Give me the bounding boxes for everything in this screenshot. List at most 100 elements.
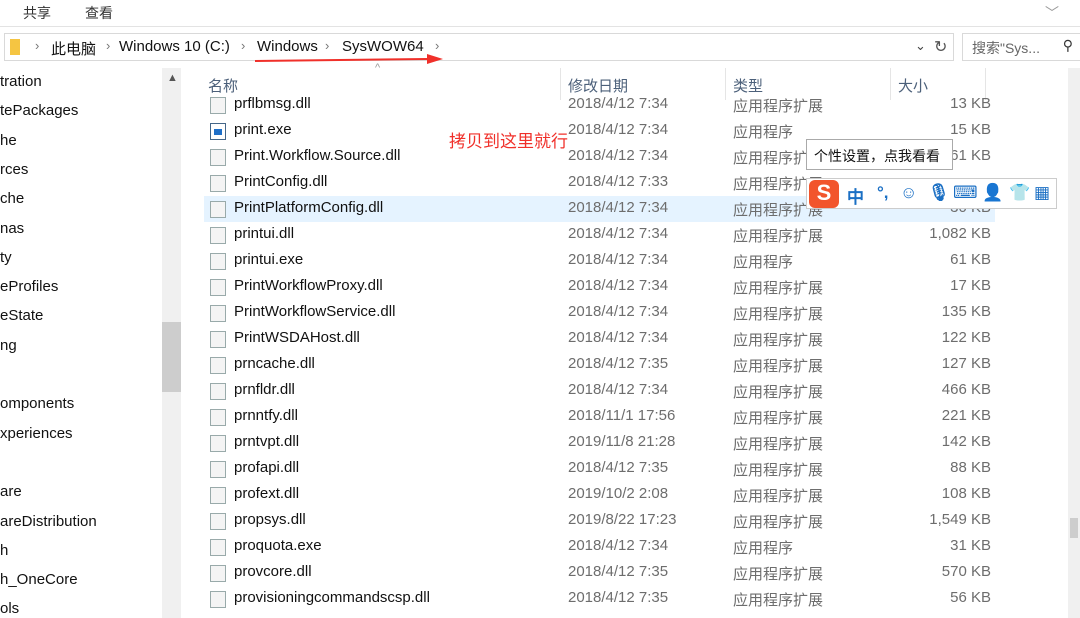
dll-file-icon	[210, 175, 226, 192]
dll-file-icon	[210, 565, 226, 582]
file-type: 应用程序扩展	[733, 462, 824, 479]
tab-view[interactable]: 查看	[85, 3, 113, 23]
sort-ascending-icon: ^	[375, 62, 381, 74]
sidebar-item[interactable]: he	[0, 132, 17, 149]
sidebar-item[interactable]: nas	[0, 220, 24, 237]
file-row[interactable]: prflbmsg.dll 2018/4/12 7:34 应用程序扩展 13 KB	[204, 92, 995, 118]
file-size: 466 KB	[941, 381, 991, 398]
sidebar-item[interactable]: ols	[0, 600, 19, 617]
file-type: 应用程序	[733, 540, 794, 557]
chevron-right-icon: ›	[325, 38, 330, 53]
ime-tooltip: 个性设置，点我看看	[806, 139, 953, 170]
file-name: profext.dll	[234, 485, 300, 502]
scroll-thumb[interactable]	[1070, 518, 1078, 538]
file-name: prncache.dll	[234, 355, 315, 372]
file-date: 2018/4/12 7:34	[568, 381, 669, 398]
file-type: 应用程序扩展	[733, 98, 824, 115]
file-date: 2018/4/12 7:34	[568, 303, 669, 320]
sidebar-item[interactable]: ty	[0, 249, 12, 266]
file-name: proquota.exe	[234, 537, 322, 554]
file-name: PrintPlatformConfig.dll	[234, 199, 384, 216]
sidebar-item[interactable]: tePackages	[0, 102, 78, 119]
sidebar-item[interactable]: rces	[0, 161, 28, 178]
chevron-right-icon[interactable]: ›	[435, 38, 439, 53]
sidebar-item[interactable]: eProfiles	[0, 278, 58, 295]
file-row[interactable]: prnntfy.dll 2018/11/1 17:56 应用程序扩展 221 KB	[204, 404, 995, 430]
file-row[interactable]: prncache.dll 2018/4/12 7:35 应用程序扩展 127 KB	[204, 352, 995, 378]
dll-file-icon	[210, 435, 226, 452]
file-type: 应用程序扩展	[733, 488, 824, 505]
ribbon: 共享 查看 ﹀	[0, 0, 1080, 27]
file-date: 2019/8/22 17:23	[568, 511, 677, 528]
file-size: 15 KB	[950, 121, 991, 138]
file-type: 应用程序	[733, 124, 794, 141]
sidebar-item[interactable]: are	[0, 483, 22, 500]
file-row[interactable]: prnfldr.dll 2018/4/12 7:34 应用程序扩展 466 KB	[204, 378, 995, 404]
file-size: 1,082 KB	[929, 225, 991, 242]
scroll-up-icon[interactable]: ▲	[167, 72, 178, 84]
search-input[interactable]: 搜索"Sys... ⚲	[962, 33, 1080, 61]
toolbox-grid-icon[interactable]: ▦	[1034, 183, 1050, 203]
file-size: 31 KB	[950, 537, 991, 554]
navigation-pane: tration tePackages he rces che nas ty eProfiles…	[0, 68, 162, 618]
dll-file-icon	[210, 149, 226, 166]
file-row[interactable]: prntvpt.dll 2019/11/8 21:28 应用程序扩展 142 KB	[204, 430, 995, 456]
file-type: 应用程序扩展	[733, 358, 824, 375]
file-row[interactable]: profapi.dll 2018/4/12 7:35 应用程序扩展 88 KB	[204, 456, 995, 482]
sidebar-item[interactable]: omponents	[0, 395, 74, 412]
sidebar-item[interactable]: ng	[0, 337, 17, 354]
file-type: 应用程序扩展	[733, 566, 824, 583]
file-name: prnntfy.dll	[234, 407, 298, 424]
crumb-this-pc[interactable]: 此电脑	[51, 38, 96, 59]
ime-mode-toggle[interactable]: 中	[847, 183, 864, 208]
sidebar-item[interactable]: areDistribution	[0, 513, 97, 530]
address-bar[interactable]: › 此电脑 › Windows 10 (C:) › Windows › SysW…	[4, 33, 954, 61]
tab-share[interactable]: 共享	[23, 3, 51, 23]
file-type: 应用程序扩展	[733, 228, 824, 245]
file-row[interactable]: proquota.exe 2018/4/12 7:34 应用程序 31 KB	[204, 534, 995, 560]
file-row[interactable]: PrintWSDAHost.dll 2018/4/12 7:34 应用程序扩展 122…	[204, 326, 995, 352]
file-size: 221 KB	[941, 407, 991, 424]
file-row[interactable]: PrintWorkflowProxy.dll 2018/4/12 7:34 应用程序…	[204, 274, 995, 300]
chevron-right-icon: ›	[35, 38, 40, 53]
emoji-icon[interactable]: ☺	[900, 183, 917, 203]
sidebar-item[interactable]: h_OneCore	[0, 571, 78, 588]
sidebar-scroll-thumb[interactable]	[162, 322, 181, 392]
file-list-scrollbar[interactable]	[1068, 68, 1080, 618]
file-row[interactable]: profext.dll 2019/10/2 2:08 应用程序扩展 108 KB	[204, 482, 995, 508]
user-icon[interactable]: 👤	[982, 183, 1003, 203]
file-size: 56 KB	[950, 589, 991, 606]
file-date: 2019/10/2 2:08	[568, 485, 669, 502]
file-type: 应用程序扩展	[733, 306, 824, 323]
sidebar-item[interactable]: che	[0, 190, 24, 207]
microphone-icon[interactable]: 🎙	[928, 183, 950, 203]
file-size: 1,549 KB	[929, 511, 991, 528]
file-name: PrintWorkflowProxy.dll	[234, 277, 383, 294]
file-row[interactable]: provcore.dll 2018/4/12 7:35 应用程序扩展 570 KB	[204, 560, 995, 586]
crumb-drive[interactable]: Windows 10 (C:)	[119, 38, 230, 55]
history-dropdown-icon[interactable]: ⌄	[915, 38, 926, 54]
keyboard-icon[interactable]: ⌨	[953, 183, 978, 203]
ime-toolbar: S 中 °, ☺ 🎙 ⌨ 👤 👕 ▦	[806, 178, 1057, 209]
expand-ribbon-icon[interactable]: ﹀	[1045, 3, 1059, 23]
punctuation-toggle[interactable]: °,	[877, 183, 889, 203]
file-row[interactable]: PrintWorkflowService.dll 2018/4/12 7:34 应用…	[204, 300, 995, 326]
sogou-logo-icon[interactable]: S	[809, 180, 839, 208]
sidebar-item[interactable]: eState	[0, 307, 43, 324]
dll-file-icon	[210, 201, 226, 218]
file-date: 2018/4/12 7:34	[568, 251, 669, 268]
dll-file-icon	[210, 487, 226, 504]
sidebar-item[interactable]: h	[0, 542, 8, 559]
file-row[interactable]: printui.dll 2018/4/12 7:34 应用程序扩展 1,082 KB	[204, 222, 995, 248]
file-row[interactable]: provisioningcommandscsp.dll 2018/4/12 7:3…	[204, 586, 995, 612]
skin-shirt-icon[interactable]: 👕	[1009, 183, 1030, 203]
file-row[interactable]: printui.exe 2018/4/12 7:34 应用程序 61 KB	[204, 248, 995, 274]
file-size: 122 KB	[941, 329, 991, 346]
file-date: 2018/11/1 17:56	[568, 407, 676, 424]
file-date: 2018/4/12 7:34	[568, 147, 669, 164]
file-name: propsys.dll	[234, 511, 306, 528]
refresh-icon[interactable]: ↻	[934, 37, 947, 57]
file-row[interactable]: propsys.dll 2019/8/22 17:23 应用程序扩展 1,549 KB	[204, 508, 995, 534]
sidebar-item[interactable]: xperiences	[0, 425, 73, 442]
sidebar-item[interactable]: tration	[0, 73, 42, 90]
